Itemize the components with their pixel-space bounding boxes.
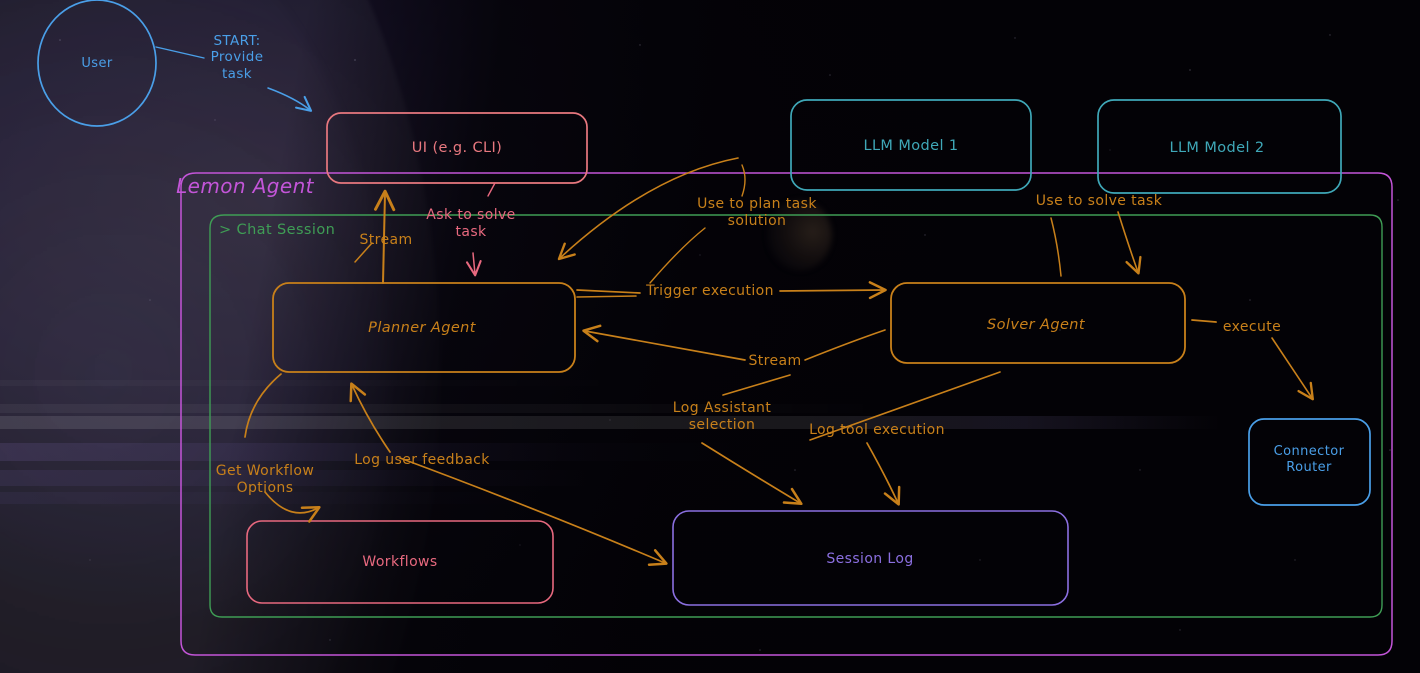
edge-label-use-to-solve-task: Use to solve task — [1035, 193, 1163, 209]
edge-label-stream-to-ui: Stream — [359, 232, 413, 248]
user-node-label: User — [81, 56, 113, 71]
edge-label-log-assistant-selection: Log Assistant selection — [672, 400, 772, 434]
workflows-node-label: Workflows — [362, 554, 438, 570]
edge-use-to-solve-task — [1050, 211, 1142, 277]
edge-log-assistant-selection — [701, 374, 803, 506]
diagram-canvas: Lemon Agent > Chat Session User UI (e.g.… — [0, 0, 1420, 673]
llm-model-2-node-label: LLM Model 2 — [1169, 140, 1265, 156]
edge-arrows — [155, 46, 1314, 566]
edge-label-use-to-plan-task-solution: Use to plan task solution — [697, 196, 817, 230]
session-log-node-label: Session Log — [826, 551, 914, 567]
edge-stream-to-planner — [582, 324, 886, 361]
connector-router-node-label: Connector Router — [1273, 444, 1345, 475]
edge-log-user-feedback — [349, 382, 668, 566]
edge-label-execute: execute — [1222, 319, 1282, 335]
edge-label-start-provide-task: START: Provide task — [210, 33, 264, 82]
edge-label-trigger-execution: Trigger execution — [646, 283, 774, 299]
solver-agent-node-label: Solver Agent — [987, 317, 1085, 333]
llm-model-1-node-label: LLM Model 1 — [863, 138, 959, 154]
edge-label-ask-to-solve-task: Ask to solve task — [426, 207, 516, 241]
ui-cli-node-label: UI (e.g. CLI) — [411, 140, 503, 156]
edge-label-log-tool-execution: Log tool execution — [809, 422, 945, 438]
edge-label-get-workflow-options: Get Workflow Options — [215, 463, 315, 497]
lemon-agent-label: Lemon Agent — [176, 174, 314, 198]
edge-label-stream-to-planner: Stream — [748, 353, 802, 369]
edge-label-log-user-feedback: Log user feedback — [354, 452, 490, 468]
chat-session-label: > Chat Session — [219, 222, 336, 238]
planner-agent-node-label: Planner Agent — [368, 320, 476, 336]
